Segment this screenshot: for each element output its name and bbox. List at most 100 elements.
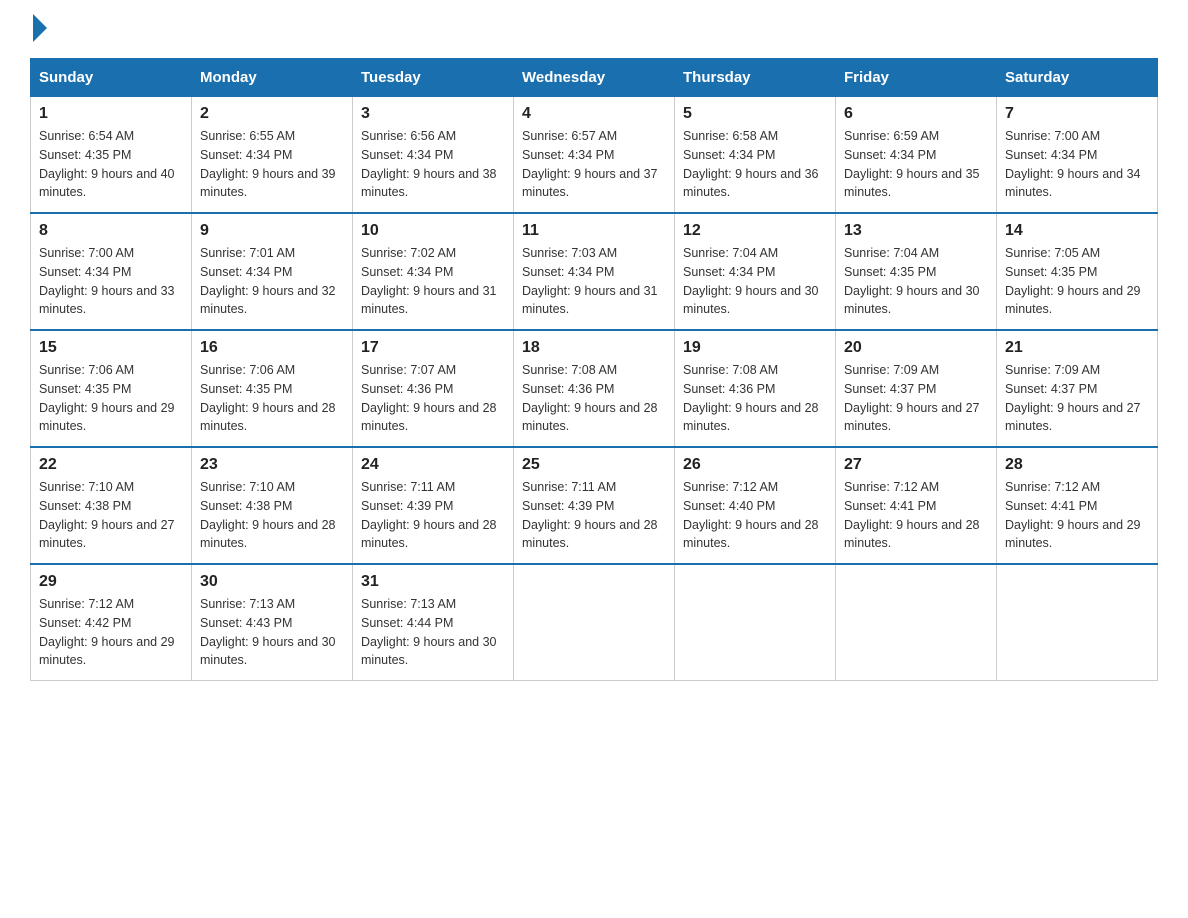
day-number: 16 <box>200 339 344 357</box>
calendar-cell: 22 Sunrise: 7:10 AMSunset: 4:38 PMDaylig… <box>31 447 192 564</box>
day-number: 14 <box>1005 222 1149 240</box>
day-number: 26 <box>683 456 827 474</box>
day-number: 22 <box>39 456 183 474</box>
day-info: Sunrise: 7:02 AMSunset: 4:34 PMDaylight:… <box>361 246 497 316</box>
day-number: 21 <box>1005 339 1149 357</box>
column-header-friday: Friday <box>836 59 997 97</box>
calendar-cell: 21 Sunrise: 7:09 AMSunset: 4:37 PMDaylig… <box>997 330 1158 447</box>
day-number: 8 <box>39 222 183 240</box>
calendar-cell: 2 Sunrise: 6:55 AMSunset: 4:34 PMDayligh… <box>192 97 353 214</box>
day-number: 23 <box>200 456 344 474</box>
calendar-cell: 27 Sunrise: 7:12 AMSunset: 4:41 PMDaylig… <box>836 447 997 564</box>
day-info: Sunrise: 6:57 AMSunset: 4:34 PMDaylight:… <box>522 129 658 199</box>
day-number: 9 <box>200 222 344 240</box>
day-info: Sunrise: 7:09 AMSunset: 4:37 PMDaylight:… <box>844 363 980 433</box>
calendar-cell: 11 Sunrise: 7:03 AMSunset: 4:34 PMDaylig… <box>514 213 675 330</box>
day-number: 29 <box>39 573 183 591</box>
calendar-cell: 13 Sunrise: 7:04 AMSunset: 4:35 PMDaylig… <box>836 213 997 330</box>
column-header-saturday: Saturday <box>997 59 1158 97</box>
day-info: Sunrise: 7:01 AMSunset: 4:34 PMDaylight:… <box>200 246 336 316</box>
calendar-cell: 14 Sunrise: 7:05 AMSunset: 4:35 PMDaylig… <box>997 213 1158 330</box>
day-info: Sunrise: 7:10 AMSunset: 4:38 PMDaylight:… <box>200 480 336 550</box>
day-number: 28 <box>1005 456 1149 474</box>
logo-triangle-icon <box>33 14 47 42</box>
calendar-cell: 3 Sunrise: 6:56 AMSunset: 4:34 PMDayligh… <box>353 97 514 214</box>
calendar-cell: 8 Sunrise: 7:00 AMSunset: 4:34 PMDayligh… <box>31 213 192 330</box>
day-number: 11 <box>522 222 666 240</box>
page-header <box>30 20 1158 38</box>
logo <box>30 20 47 38</box>
calendar-cell: 7 Sunrise: 7:00 AMSunset: 4:34 PMDayligh… <box>997 97 1158 214</box>
calendar-cell: 1 Sunrise: 6:54 AMSunset: 4:35 PMDayligh… <box>31 97 192 214</box>
day-info: Sunrise: 7:06 AMSunset: 4:35 PMDaylight:… <box>39 363 175 433</box>
calendar-cell: 24 Sunrise: 7:11 AMSunset: 4:39 PMDaylig… <box>353 447 514 564</box>
calendar-cell: 28 Sunrise: 7:12 AMSunset: 4:41 PMDaylig… <box>997 447 1158 564</box>
column-header-tuesday: Tuesday <box>353 59 514 97</box>
day-info: Sunrise: 7:08 AMSunset: 4:36 PMDaylight:… <box>522 363 658 433</box>
column-header-monday: Monday <box>192 59 353 97</box>
day-number: 4 <box>522 105 666 123</box>
day-info: Sunrise: 7:08 AMSunset: 4:36 PMDaylight:… <box>683 363 819 433</box>
day-info: Sunrise: 7:10 AMSunset: 4:38 PMDaylight:… <box>39 480 175 550</box>
day-info: Sunrise: 7:12 AMSunset: 4:41 PMDaylight:… <box>1005 480 1141 550</box>
day-info: Sunrise: 7:04 AMSunset: 4:35 PMDaylight:… <box>844 246 980 316</box>
calendar-cell: 5 Sunrise: 6:58 AMSunset: 4:34 PMDayligh… <box>675 97 836 214</box>
day-info: Sunrise: 7:13 AMSunset: 4:44 PMDaylight:… <box>361 597 497 667</box>
day-number: 24 <box>361 456 505 474</box>
day-info: Sunrise: 7:12 AMSunset: 4:41 PMDaylight:… <box>844 480 980 550</box>
calendar-cell <box>514 564 675 681</box>
day-number: 12 <box>683 222 827 240</box>
day-number: 7 <box>1005 105 1149 123</box>
calendar-week-row: 29 Sunrise: 7:12 AMSunset: 4:42 PMDaylig… <box>31 564 1158 681</box>
day-info: Sunrise: 6:54 AMSunset: 4:35 PMDaylight:… <box>39 129 175 199</box>
calendar-cell: 25 Sunrise: 7:11 AMSunset: 4:39 PMDaylig… <box>514 447 675 564</box>
calendar-week-row: 22 Sunrise: 7:10 AMSunset: 4:38 PMDaylig… <box>31 447 1158 564</box>
day-info: Sunrise: 7:04 AMSunset: 4:34 PMDaylight:… <box>683 246 819 316</box>
day-info: Sunrise: 6:56 AMSunset: 4:34 PMDaylight:… <box>361 129 497 199</box>
day-number: 25 <box>522 456 666 474</box>
calendar-cell: 19 Sunrise: 7:08 AMSunset: 4:36 PMDaylig… <box>675 330 836 447</box>
calendar-cell: 31 Sunrise: 7:13 AMSunset: 4:44 PMDaylig… <box>353 564 514 681</box>
calendar-week-row: 15 Sunrise: 7:06 AMSunset: 4:35 PMDaylig… <box>31 330 1158 447</box>
day-number: 20 <box>844 339 988 357</box>
day-info: Sunrise: 7:03 AMSunset: 4:34 PMDaylight:… <box>522 246 658 316</box>
calendar-cell: 30 Sunrise: 7:13 AMSunset: 4:43 PMDaylig… <box>192 564 353 681</box>
day-info: Sunrise: 7:00 AMSunset: 4:34 PMDaylight:… <box>1005 129 1141 199</box>
day-number: 19 <box>683 339 827 357</box>
calendar-cell <box>836 564 997 681</box>
day-number: 6 <box>844 105 988 123</box>
day-number: 13 <box>844 222 988 240</box>
calendar-cell: 26 Sunrise: 7:12 AMSunset: 4:40 PMDaylig… <box>675 447 836 564</box>
day-info: Sunrise: 7:13 AMSunset: 4:43 PMDaylight:… <box>200 597 336 667</box>
column-header-thursday: Thursday <box>675 59 836 97</box>
day-info: Sunrise: 6:55 AMSunset: 4:34 PMDaylight:… <box>200 129 336 199</box>
day-info: Sunrise: 7:00 AMSunset: 4:34 PMDaylight:… <box>39 246 175 316</box>
calendar-cell: 6 Sunrise: 6:59 AMSunset: 4:34 PMDayligh… <box>836 97 997 214</box>
calendar-cell: 18 Sunrise: 7:08 AMSunset: 4:36 PMDaylig… <box>514 330 675 447</box>
calendar-cell: 16 Sunrise: 7:06 AMSunset: 4:35 PMDaylig… <box>192 330 353 447</box>
calendar-table: SundayMondayTuesdayWednesdayThursdayFrid… <box>30 58 1158 681</box>
day-info: Sunrise: 7:06 AMSunset: 4:35 PMDaylight:… <box>200 363 336 433</box>
calendar-cell: 17 Sunrise: 7:07 AMSunset: 4:36 PMDaylig… <box>353 330 514 447</box>
day-number: 5 <box>683 105 827 123</box>
day-info: Sunrise: 7:07 AMSunset: 4:36 PMDaylight:… <box>361 363 497 433</box>
calendar-cell: 10 Sunrise: 7:02 AMSunset: 4:34 PMDaylig… <box>353 213 514 330</box>
day-number: 27 <box>844 456 988 474</box>
day-number: 2 <box>200 105 344 123</box>
calendar-week-row: 1 Sunrise: 6:54 AMSunset: 4:35 PMDayligh… <box>31 97 1158 214</box>
calendar-cell: 20 Sunrise: 7:09 AMSunset: 4:37 PMDaylig… <box>836 330 997 447</box>
day-info: Sunrise: 7:05 AMSunset: 4:35 PMDaylight:… <box>1005 246 1141 316</box>
column-header-wednesday: Wednesday <box>514 59 675 97</box>
calendar-cell: 4 Sunrise: 6:57 AMSunset: 4:34 PMDayligh… <box>514 97 675 214</box>
day-info: Sunrise: 7:12 AMSunset: 4:42 PMDaylight:… <box>39 597 175 667</box>
day-number: 15 <box>39 339 183 357</box>
calendar-cell: 29 Sunrise: 7:12 AMSunset: 4:42 PMDaylig… <box>31 564 192 681</box>
day-number: 3 <box>361 105 505 123</box>
day-number: 18 <box>522 339 666 357</box>
day-info: Sunrise: 6:58 AMSunset: 4:34 PMDaylight:… <box>683 129 819 199</box>
day-info: Sunrise: 7:11 AMSunset: 4:39 PMDaylight:… <box>522 480 658 550</box>
calendar-cell: 9 Sunrise: 7:01 AMSunset: 4:34 PMDayligh… <box>192 213 353 330</box>
day-info: Sunrise: 7:09 AMSunset: 4:37 PMDaylight:… <box>1005 363 1141 433</box>
day-info: Sunrise: 7:11 AMSunset: 4:39 PMDaylight:… <box>361 480 497 550</box>
day-number: 17 <box>361 339 505 357</box>
